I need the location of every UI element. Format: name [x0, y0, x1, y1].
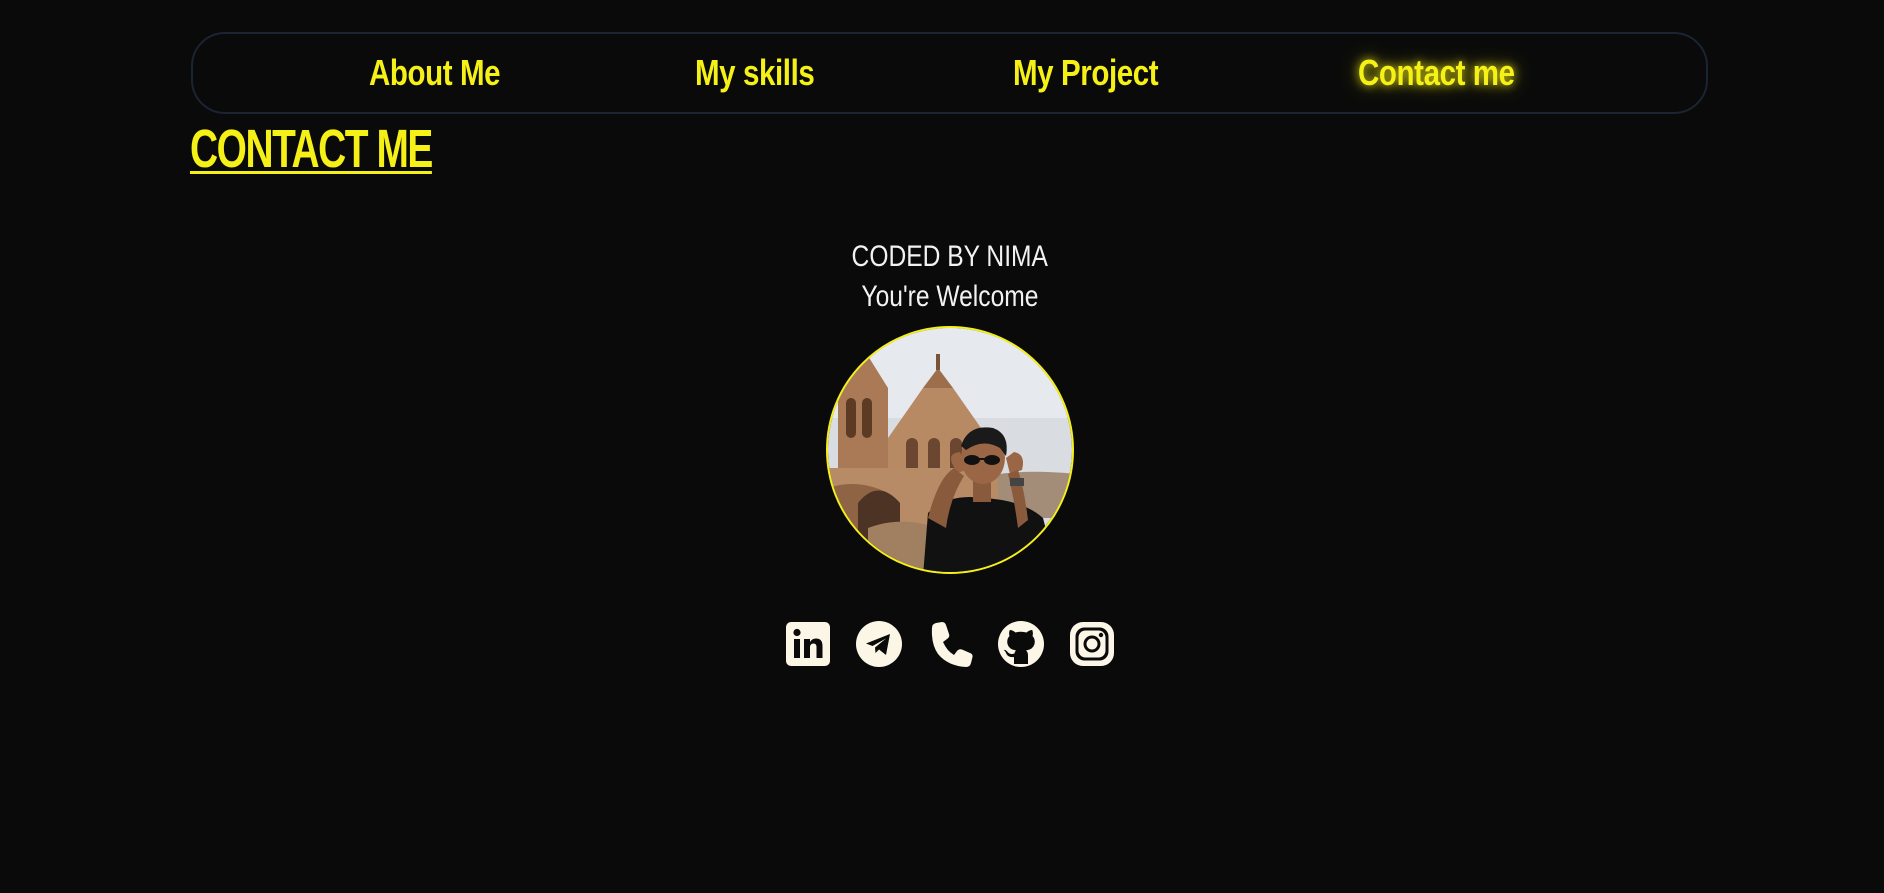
credit-text: CODED BY NIMA: [851, 240, 1049, 273]
profile-photo: [826, 326, 1074, 574]
linkedin-link[interactable]: [784, 620, 832, 668]
telegram-link[interactable]: [855, 620, 903, 668]
nav-about-me[interactable]: About Me: [369, 52, 501, 94]
nav-contact-me[interactable]: Contact me: [1358, 52, 1515, 94]
instagram-link[interactable]: [1068, 620, 1116, 668]
navbar: About Me My skills My Project Contact me: [191, 32, 1708, 114]
section-title: CONTACT ME: [190, 119, 433, 179]
telegram-icon: [856, 621, 902, 667]
credit-line: CODED BY NIMA: [0, 240, 1884, 274]
welcome-text: You're Welcome: [861, 280, 1039, 313]
instagram-icon: [1070, 622, 1114, 666]
phone-link[interactable]: [926, 620, 974, 668]
profile-photo-image: [828, 328, 1072, 572]
phone-icon: [931, 622, 973, 667]
contact-page: About Me My skills My Project Contact me…: [0, 0, 1884, 893]
linkedin-icon: [786, 622, 830, 666]
nav-my-skills[interactable]: My skills: [695, 52, 815, 94]
nav-my-project[interactable]: My Project: [1013, 52, 1159, 94]
github-icon: [998, 621, 1044, 667]
github-link[interactable]: [997, 620, 1045, 668]
welcome-line: You're Welcome: [0, 280, 1884, 314]
